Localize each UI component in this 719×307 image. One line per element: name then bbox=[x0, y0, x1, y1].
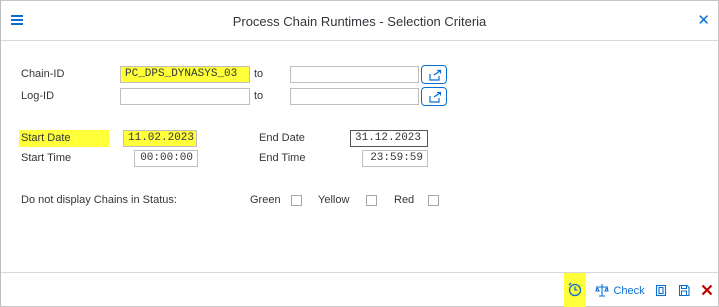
dialog-footer: Check bbox=[1, 272, 718, 307]
start-date-label: Start Date bbox=[19, 130, 109, 147]
selection-dialog: Process Chain Runtimes - Selection Crite… bbox=[0, 0, 719, 307]
start-time-input[interactable]: 00:00:00 bbox=[134, 150, 198, 167]
save-button[interactable] bbox=[677, 281, 691, 299]
end-time-label: End Time bbox=[259, 152, 306, 164]
status-red-label: Red bbox=[394, 194, 415, 206]
check-icon bbox=[595, 284, 609, 297]
multiple-selection-icon bbox=[429, 91, 442, 103]
end-date-input[interactable]: 31.12.2023 bbox=[350, 130, 428, 147]
start-date-input[interactable]: 11.02.2023 bbox=[123, 130, 197, 147]
log-id-to-label: to bbox=[254, 90, 264, 102]
end-time-input[interactable]: 23:59:59 bbox=[362, 150, 428, 167]
status-filter-label: Do not display Chains in Status: bbox=[21, 194, 177, 206]
dialog-header: Process Chain Runtimes - Selection Crite… bbox=[1, 1, 718, 41]
log-id-label: Log-ID bbox=[21, 90, 55, 102]
status-red-checkbox[interactable] bbox=[428, 195, 439, 206]
copy-icon bbox=[655, 284, 667, 297]
start-time-label: Start Time bbox=[21, 152, 72, 164]
multiple-selection-button-log[interactable] bbox=[421, 87, 447, 106]
log-id-to-input[interactable] bbox=[290, 88, 419, 105]
cancel-icon bbox=[701, 284, 713, 296]
chain-id-label: Chain-ID bbox=[21, 68, 65, 80]
end-date-label: End Date bbox=[259, 132, 305, 144]
selection-form: Chain-ID PC_DPS_DYNASYS_03 to Log-ID to … bbox=[9, 51, 710, 272]
log-id-input[interactable] bbox=[120, 88, 250, 105]
check-button[interactable]: Check bbox=[595, 281, 645, 299]
cancel-button[interactable] bbox=[700, 281, 714, 299]
chain-id-to-label: to bbox=[254, 68, 264, 80]
close-icon[interactable]: ✕ bbox=[697, 13, 710, 28]
status-yellow-label: Yellow bbox=[318, 194, 350, 206]
dialog-title: Process Chain Runtimes - Selection Crite… bbox=[232, 14, 487, 29]
status-green-label: Green bbox=[250, 194, 281, 206]
copy-button[interactable] bbox=[654, 281, 668, 299]
multiple-selection-button[interactable] bbox=[421, 65, 447, 84]
save-icon bbox=[678, 284, 690, 297]
execute-button[interactable] bbox=[567, 281, 583, 299]
multiple-selection-icon bbox=[429, 69, 442, 81]
chain-id-to-input[interactable] bbox=[290, 66, 419, 83]
execute-icon bbox=[568, 282, 582, 297]
status-green-checkbox[interactable] bbox=[291, 195, 302, 206]
status-yellow-checkbox[interactable] bbox=[366, 195, 377, 206]
check-button-label: Check bbox=[613, 285, 645, 297]
chain-id-input[interactable]: PC_DPS_DYNASYS_03 bbox=[120, 66, 250, 83]
